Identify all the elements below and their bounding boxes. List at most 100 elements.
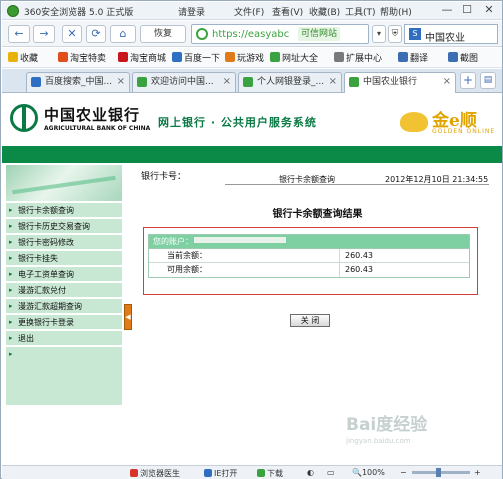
menu-tools[interactable]: 工具(T): [345, 5, 376, 18]
zoom-out-button[interactable]: −: [400, 468, 407, 477]
menu-item-report-loss[interactable]: 银行卡挂失: [6, 251, 122, 266]
favorites-item[interactable]: 扩展中心: [334, 51, 382, 64]
golden-online-logo: 金e顺 GOLDEN ONLINE: [400, 106, 496, 140]
forward-button[interactable]: →: [33, 25, 55, 43]
header-band: [2, 146, 502, 163]
maximize-button[interactable]: ☐: [459, 3, 475, 17]
bank-name-en: AGRICULTURAL BANK OF CHINA: [44, 125, 151, 132]
menu-item-remittance-payout[interactable]: 漫游汇款兑付: [6, 283, 122, 298]
menu-banner-image: [6, 165, 122, 201]
menu-item-history-query[interactable]: 银行卡历史交易查询: [6, 219, 122, 234]
favorites-item[interactable]: 截图: [448, 51, 478, 64]
search-engine-icon[interactable]: S: [409, 28, 421, 40]
abc-icon: [243, 77, 253, 87]
favorites-item[interactable]: 百度一下: [172, 51, 220, 64]
menu-item-overdue-remittance[interactable]: 漫游汇款超期查询: [6, 299, 122, 314]
star-icon: [8, 52, 18, 62]
favorites-item[interactable]: 翻译: [398, 51, 428, 64]
browser-doctor-button[interactable]: 浏览器医生: [130, 468, 180, 479]
close-window-button[interactable]: ✕: [481, 3, 497, 17]
download-button[interactable]: 下载: [257, 468, 283, 479]
security-shield-icon[interactable]: ⛨: [388, 25, 402, 43]
abc-icon: [137, 77, 147, 87]
url-text: https://easyabc: [212, 29, 290, 40]
highlight-box: [143, 227, 478, 295]
baidu-icon: [31, 77, 41, 87]
screenshot-icon: [448, 52, 458, 62]
ie-icon: [204, 469, 212, 477]
tab-bar: ▶ 百度搜索_中国... × 欢迎访问中国... × 个人网银登录_... × …: [2, 69, 502, 158]
tab-welcome[interactable]: 欢迎访问中国... ×: [132, 72, 236, 92]
bank-name-cn: 中国农业银行: [44, 106, 141, 124]
menu-item-balance-query[interactable]: 银行卡余额查询: [6, 203, 122, 218]
service-title: 网上银行 · 公共用户服务系统: [158, 116, 317, 129]
browser-logo-icon: [7, 5, 19, 17]
favorites-item[interactable]: 收藏: [8, 51, 38, 64]
home-button[interactable]: ⌂: [110, 25, 136, 43]
zoom-control[interactable]: 🔍100%: [352, 468, 385, 477]
zoom-slider[interactable]: [412, 468, 470, 477]
tab-close-icon[interactable]: ×: [443, 73, 451, 91]
translate-icon: [398, 52, 408, 62]
menu-view[interactable]: 查看(V): [272, 5, 303, 18]
ie-open-button[interactable]: IE打开: [204, 468, 237, 479]
menu-item-logout[interactable]: 退出: [6, 331, 122, 346]
divider: [225, 184, 489, 185]
game-icon: [225, 52, 235, 62]
browser-window: 360安全浏览器 5.0 正式版 请登录 文件(F) 查看(V) 收藏(B) 工…: [0, 0, 503, 479]
side-menu: 银行卡余额查询 银行卡历史交易查询 银行卡密码修改 银行卡挂失 电子工资单查询 …: [2, 163, 123, 465]
favorites-item[interactable]: 淘宝特卖: [58, 51, 106, 64]
tab-close-icon[interactable]: ×: [329, 73, 337, 91]
refresh-button[interactable]: ⟳: [86, 25, 106, 43]
tmall-icon: [118, 52, 128, 62]
collapse-menu-button[interactable]: ◀: [124, 304, 132, 330]
trusted-site-badge[interactable]: 可信网站: [298, 27, 341, 41]
web-page: 中国农业银行 AGRICULTURAL BANK OF CHINA 网上银行 ·…: [2, 94, 502, 465]
sound-icon[interactable]: ◐: [307, 468, 314, 477]
favorites-item[interactable]: 玩游戏: [225, 51, 264, 64]
taobao-icon: [58, 52, 68, 62]
tab-personal-login[interactable]: 个人网银登录_... ×: [238, 72, 342, 92]
tab-list-button[interactable]: ▤: [480, 72, 496, 89]
address-bar[interactable]: https://easyabc 可信网站: [191, 24, 369, 44]
menu-item-payslip[interactable]: 电子工资单查询: [6, 267, 122, 282]
favorites-bar: 收藏 淘宝特卖 淘宝商城 百度一下 玩游戏 网址大全 扩展中心 翻译 截图: [2, 48, 502, 68]
menu-favorites[interactable]: 收藏(B): [309, 5, 340, 18]
app-title: 360安全浏览器 5.0 正式版: [24, 8, 134, 18]
new-tab-button[interactable]: +: [460, 72, 476, 89]
login-link[interactable]: 请登录: [178, 5, 205, 18]
close-button[interactable]: 关 闭: [290, 314, 330, 327]
favorites-item[interactable]: 网址大全: [270, 51, 318, 64]
card-number-label: 银行卡号：: [141, 172, 187, 182]
secure-site-icon: [196, 28, 208, 40]
restore-button[interactable]: 恢复: [140, 25, 186, 43]
doctor-icon: [130, 469, 138, 477]
search-box[interactable]: S 中国农业: [404, 24, 498, 44]
menu-item-password-change[interactable]: 银行卡密码修改: [6, 235, 122, 250]
menu-file[interactable]: 文件(F): [234, 5, 264, 18]
zoom-in-button[interactable]: +: [474, 468, 481, 477]
back-button[interactable]: ←: [8, 25, 30, 43]
tab-abc-bank[interactable]: 中国农业银行 ×: [344, 72, 456, 93]
status-bar: 浏览器医生 IE打开 下载 ◐ ▭ 🔍100% − +: [2, 465, 502, 479]
abc-icon: [349, 77, 359, 87]
tab-close-icon[interactable]: ×: [117, 73, 125, 91]
title-bar: 360安全浏览器 5.0 正式版 请登录 文件(F) 查看(V) 收藏(B) 工…: [2, 2, 502, 20]
ingot-icon: [400, 112, 428, 132]
minimize-button[interactable]: —: [439, 3, 455, 17]
menu-item-switch-card[interactable]: 更换银行卡登录: [6, 315, 122, 330]
zoom-slider-knob[interactable]: [436, 468, 441, 477]
search-input[interactable]: 中国农业: [425, 29, 465, 44]
menu-help[interactable]: 帮助(H): [380, 5, 412, 18]
abc-bank-logo-icon: [10, 104, 38, 132]
tab-close-icon[interactable]: ×: [223, 73, 231, 91]
favorites-item[interactable]: 淘宝商城: [118, 51, 166, 64]
navigation-bar: ← → ✕ ⟳ ⌂ 恢复 https://easyabc 可信网站 ▾ ⛨ S …: [2, 21, 502, 47]
url-dropdown-button[interactable]: ▾: [372, 25, 386, 43]
menu-filler: [6, 347, 122, 406]
monitor-icon[interactable]: ▭: [327, 468, 335, 477]
stop-button[interactable]: ✕: [62, 25, 82, 43]
globe-icon: [270, 52, 280, 62]
download-icon: [257, 469, 265, 477]
tab-baidu-search[interactable]: 百度搜索_中国... ×: [26, 72, 130, 92]
